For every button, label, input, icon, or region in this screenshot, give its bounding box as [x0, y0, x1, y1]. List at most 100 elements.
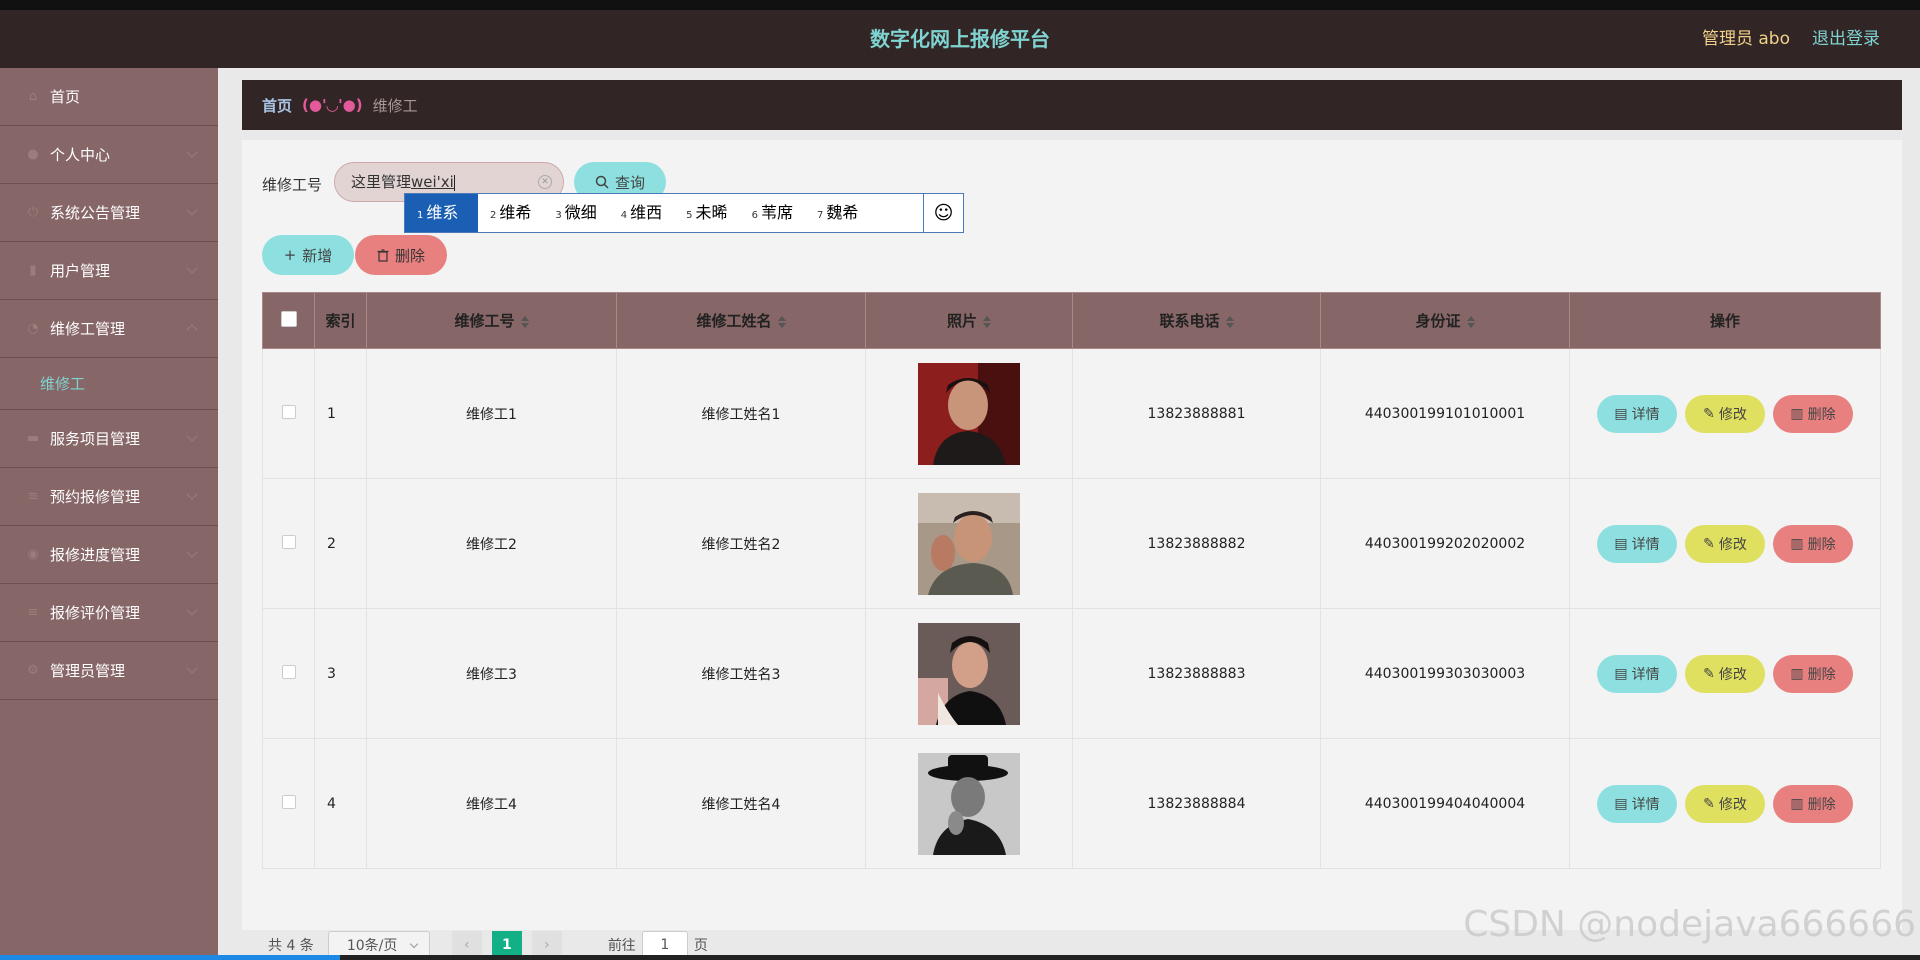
detail-button-label: 详情 [1631, 666, 1660, 683]
ime-candidate-number: 6 [751, 210, 758, 221]
sidebar-item-label: 用户管理 [50, 262, 111, 280]
delete-button-label: 删除 [1807, 666, 1836, 683]
sort-icon[interactable] [777, 315, 786, 328]
actions-cell: ▤ 详情 ✎ 修改 ▥ 删除 [1569, 348, 1881, 479]
ime-candidate-number: 7 [816, 210, 824, 221]
sidebar-item-label: 服务项目管理 [50, 430, 141, 448]
photo-cell [865, 738, 1073, 869]
sidebar-item-users[interactable]: ▮ 用户管理 [0, 242, 218, 300]
table-row: 1 维修工1 维修工姓名1 13823888881 44030019910101… [262, 348, 1881, 479]
sidebar-item-home[interactable]: ⌂ 首页 [0, 68, 218, 126]
worker-photo[interactable] [918, 622, 1020, 725]
edit-button[interactable]: ✎ 修改 [1685, 524, 1765, 563]
ime-candidate-bar: 1 维系 2 维希 3 微细 4 维西 5 未晞 6 苇席 7 魏希 ☺ [404, 193, 964, 233]
detail-button[interactable]: ▤ 详情 [1597, 784, 1677, 823]
breadcrumb-separator: (●'◡'●) [302, 96, 363, 114]
sort-icon[interactable] [520, 315, 529, 328]
add-button[interactable]: + 新增 [262, 235, 354, 275]
delete-row-button[interactable]: ▥ 删除 [1773, 524, 1853, 563]
row-checkbox[interactable] [281, 404, 296, 419]
worker-photo[interactable] [918, 362, 1020, 465]
home-icon: ⌂ [28, 89, 38, 104]
column-header[interactable]: 身份证 [1320, 292, 1570, 349]
ime-candidate[interactable]: 6 苇席 [740, 194, 805, 232]
column-header[interactable]: 维修工姓名 [616, 292, 866, 349]
emoji-icon[interactable]: ☺ [923, 194, 963, 232]
detail-button[interactable]: ▤ 详情 [1597, 394, 1677, 433]
worker-name-cell: 维修工姓名4 [616, 738, 866, 869]
column-header[interactable]: 维修工号 [366, 292, 617, 349]
column-header-label: 照片 [946, 312, 977, 330]
ime-candidate[interactable]: 7 魏希 [805, 194, 870, 232]
ime-candidate[interactable]: 5 未晞 [674, 194, 739, 232]
sidebar-item-announcements[interactable]: ⏻ 系统公告管理 [0, 184, 218, 242]
delete-row-button[interactable]: ▥ 删除 [1773, 654, 1853, 693]
ime-candidate[interactable]: 4 维西 [609, 194, 674, 232]
repairman-table: 索引 维修工号 维修工姓名 照片 联系电话 身份证 操作 1 维修工1 维修工姓… [262, 292, 1881, 869]
message-icon: ▬ [26, 431, 40, 446]
phone-cell: 13823888882 [1072, 478, 1321, 609]
current-user: 管理员 abo [1701, 29, 1790, 49]
sort-icon[interactable] [1466, 315, 1475, 328]
sidebar-item-reviews[interactable]: ≡ 报修评价管理 [0, 584, 218, 642]
breadcrumb-current: 维修工 [372, 96, 418, 115]
detail-button[interactable]: ▤ 详情 [1597, 654, 1677, 693]
add-button-label: 新增 [302, 246, 333, 265]
sidebar-item-progress[interactable]: ◉ 报修进度管理 [0, 526, 218, 584]
ime-candidate[interactable]: 1 维系 [405, 194, 478, 232]
actions-cell: ▤ 详情 ✎ 修改 ▥ 删除 [1569, 608, 1881, 739]
row-checkbox[interactable] [281, 664, 296, 679]
column-header[interactable]: 照片 [865, 292, 1073, 349]
table-row: 4 维修工4 维修工姓名4 13823888884 44030019940404… [262, 738, 1881, 869]
detail-button[interactable]: ▤ 详情 [1597, 524, 1677, 563]
sidebar-item-profile[interactable]: ● 个人中心 [0, 126, 218, 184]
delete-button-label: 删除 [1807, 796, 1836, 813]
index-cell: 4 [314, 738, 367, 869]
document-icon: ▤ [1614, 665, 1628, 682]
actions-cell: ▤ 详情 ✎ 修改 ▥ 删除 [1569, 738, 1881, 869]
sidebar-item-label: 预约报修管理 [50, 488, 141, 506]
logout-link[interactable]: 退出登录 [1812, 10, 1880, 68]
trash-icon: ▥ [1790, 535, 1804, 552]
search-input-prefix: 这里管理 [351, 173, 412, 191]
ime-candidate-number: 5 [686, 210, 693, 221]
row-select-cell [262, 608, 315, 739]
sidebar-item-admins[interactable]: ⚙ 管理员管理 [0, 642, 218, 700]
ime-candidate[interactable]: 2 维希 [478, 194, 543, 232]
row-select-cell [262, 738, 315, 869]
sidebar-item-repairmen[interactable]: ◔ 维修工管理 [0, 300, 218, 358]
column-header-label: 维修工姓名 [696, 312, 772, 330]
breadcrumb-home[interactable]: 首页 [262, 95, 292, 116]
row-checkbox[interactable] [281, 534, 296, 549]
select-all-cell [262, 292, 315, 349]
index-cell: 2 [314, 478, 367, 609]
clear-icon[interactable]: ✕ [538, 175, 552, 189]
text-caret [453, 174, 455, 191]
sidebar-subitem-repairman[interactable]: 维修工 [0, 358, 218, 410]
batch-delete-button[interactable]: 删除 [355, 235, 447, 275]
sidebar-item-label: 报修评价管理 [50, 604, 141, 622]
row-checkbox[interactable] [281, 794, 296, 809]
chevron-down-icon [186, 430, 198, 442]
select-all-checkbox[interactable] [280, 310, 297, 327]
worker-photo[interactable] [918, 752, 1020, 855]
column-header[interactable]: 联系电话 [1072, 292, 1321, 349]
pencil-icon: ✎ [1703, 665, 1715, 682]
ime-candidate-text: 维希 [499, 203, 532, 222]
edit-button[interactable]: ✎ 修改 [1685, 654, 1765, 693]
pencil-icon: ✎ [1703, 535, 1715, 552]
ime-candidate[interactable]: 3 微细 [543, 194, 608, 232]
delete-row-button[interactable]: ▥ 删除 [1773, 394, 1853, 433]
delete-row-button[interactable]: ▥ 删除 [1773, 784, 1853, 823]
sort-icon[interactable] [1225, 315, 1234, 328]
sort-icon[interactable] [983, 315, 991, 328]
edit-button[interactable]: ✎ 修改 [1685, 394, 1765, 433]
video-progress-bar [0, 955, 340, 960]
worker-photo[interactable] [918, 492, 1020, 595]
sidebar-item-bookings[interactable]: ≡ 预约报修管理 [0, 468, 218, 526]
delete-button-label: 删除 [1807, 406, 1836, 423]
delete-button-label: 删除 [1807, 536, 1836, 553]
detail-button-label: 详情 [1631, 536, 1660, 553]
sidebar-item-services[interactable]: ▬ 服务项目管理 [0, 410, 218, 468]
edit-button[interactable]: ✎ 修改 [1685, 784, 1765, 823]
